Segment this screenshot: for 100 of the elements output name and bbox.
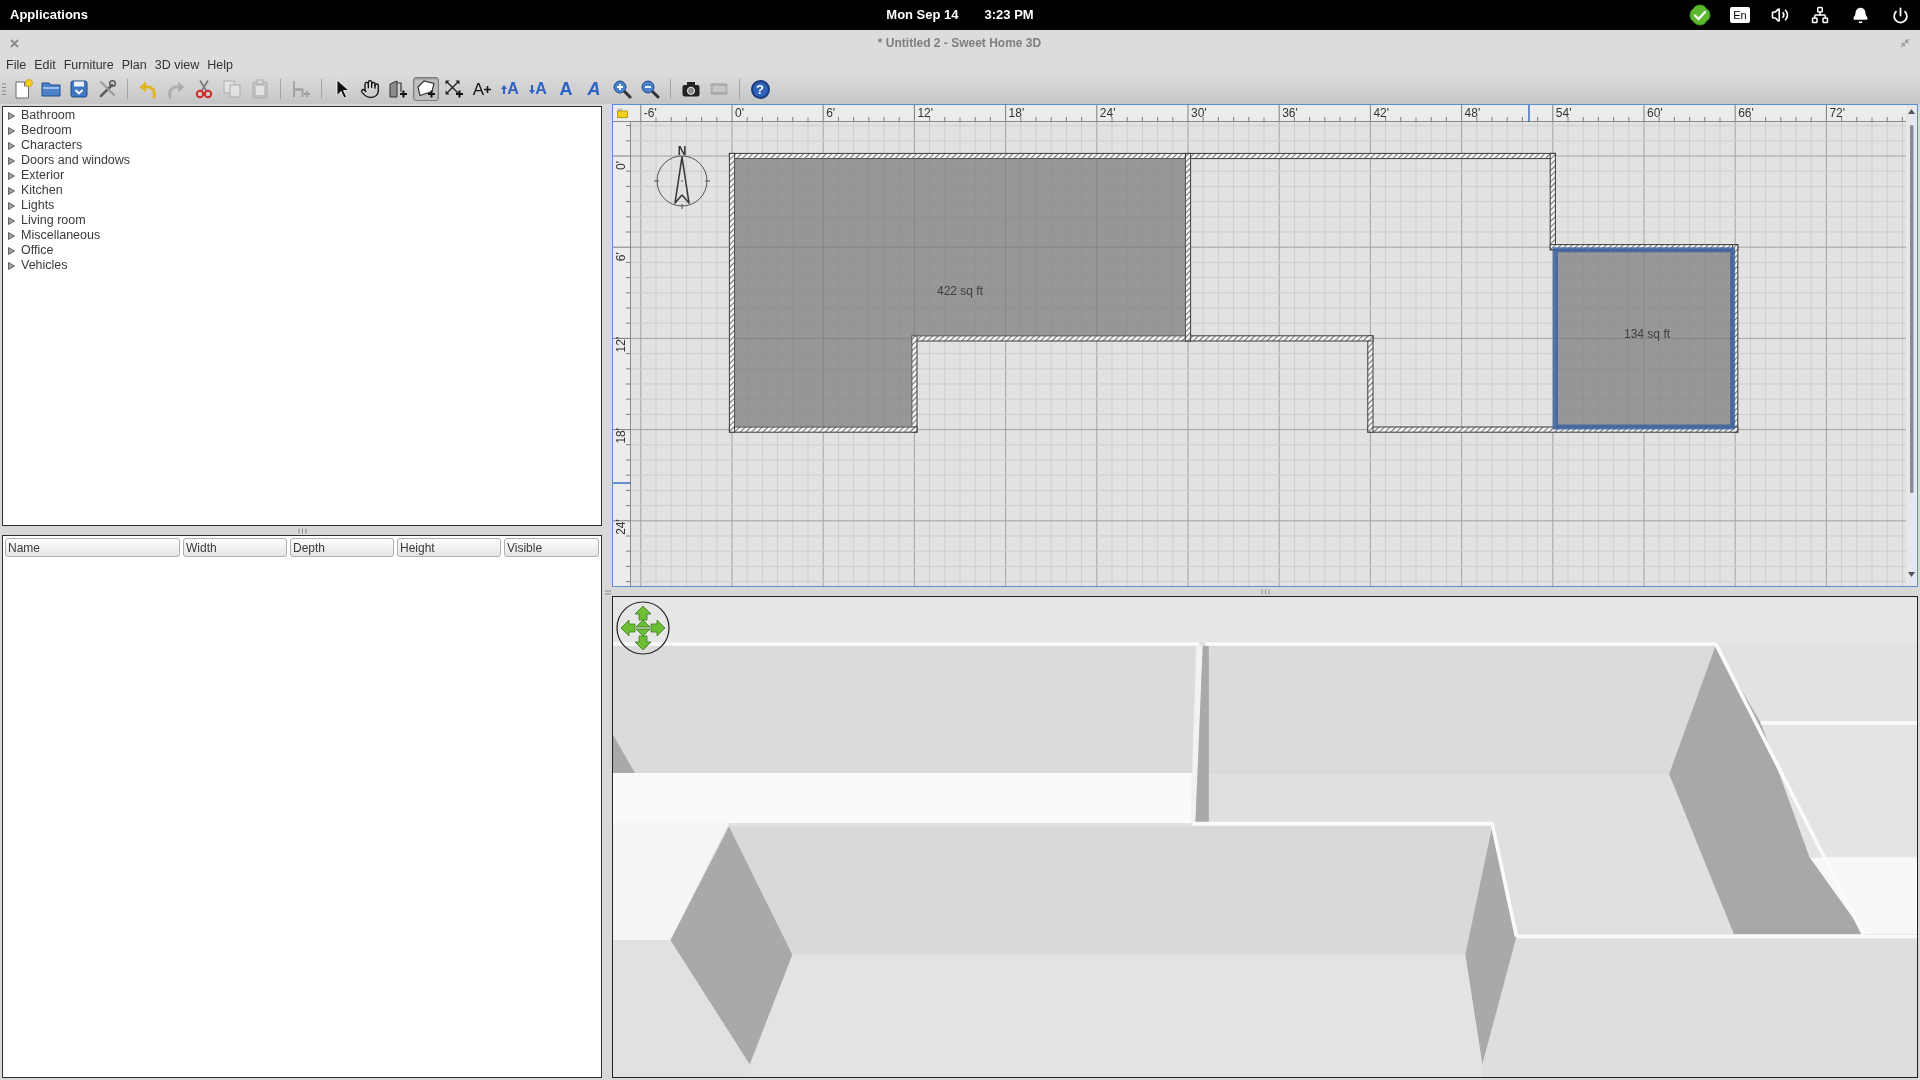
expand-arrow-icon[interactable] <box>8 201 15 210</box>
window-title: * Untitled 2 - Sweet Home 3D <box>876 35 1043 52</box>
date-label[interactable]: Mon Sep 14 <box>886 5 959 25</box>
menu-item[interactable]: File <box>3 58 30 72</box>
catalog-category[interactable]: Exterior <box>8 168 65 183</box>
menu-item[interactable]: 3D view <box>151 58 203 72</box>
copy-icon <box>222 79 242 99</box>
ruler-label: 12' <box>917 106 934 120</box>
bold-button[interactable]: A <box>553 77 579 101</box>
expand-arrow-icon[interactable] <box>8 111 15 120</box>
column-header[interactable]: Width <box>183 538 287 557</box>
new-document-icon <box>13 79 33 99</box>
expand-arrow-icon[interactable] <box>8 171 15 180</box>
column-header[interactable]: Depth <box>290 538 394 557</box>
menu-item[interactable]: Edit <box>31 58 59 72</box>
expand-arrow-icon[interactable] <box>8 231 15 240</box>
power-icon[interactable] <box>1891 6 1909 24</box>
applications-menu[interactable]: Applications <box>10 5 88 25</box>
expand-arrow-icon[interactable] <box>8 141 15 150</box>
tools-icon <box>97 79 117 99</box>
clipboard-icon <box>250 79 270 99</box>
folder-icon <box>41 79 61 99</box>
expand-arrow-icon[interactable] <box>8 126 15 135</box>
undo-icon <box>138 79 158 99</box>
mouse-position-marker <box>1528 105 1530 122</box>
speaker-icon[interactable] <box>1771 6 1789 24</box>
navigation-arrows-icon[interactable] <box>616 601 670 655</box>
ruler-label: 24' <box>614 519 628 535</box>
expand-arrow-icon[interactable] <box>8 216 15 225</box>
catalog-category[interactable]: Doors and windows <box>8 153 131 168</box>
expand-arrow-icon[interactable] <box>8 156 15 165</box>
compass-drawing <box>653 155 711 210</box>
menu-item[interactable]: Plan <box>118 58 150 72</box>
ruler-label: 60' <box>1647 106 1663 120</box>
catalog-category[interactable]: Kitchen <box>8 183 63 198</box>
column-header[interactable]: Height <box>397 538 501 557</box>
hand-icon <box>360 79 380 99</box>
ruler-label: 6' <box>826 106 836 120</box>
create-rooms-button[interactable] <box>413 77 439 101</box>
catalog-category[interactable]: Vehicles <box>8 258 68 273</box>
expand-arrow-icon[interactable] <box>8 246 15 255</box>
ruler-label: 36' <box>1282 106 1298 120</box>
time-label[interactable]: 3:23 PM <box>984 5 1034 25</box>
network-icon[interactable] <box>1811 6 1829 24</box>
save-icon <box>69 79 89 99</box>
splitter-handle[interactable] <box>1260 588 1270 595</box>
vertical-scrollbar[interactable] <box>1906 105 1917 586</box>
menu-item[interactable]: Help <box>204 58 236 72</box>
column-header[interactable]: Name <box>5 538 180 557</box>
up-arrow-icon <box>501 84 508 94</box>
ruler-label: 12' <box>614 336 628 353</box>
ruler-label: 72' <box>1829 106 1846 120</box>
mouse-position-marker <box>613 482 631 484</box>
arrows-plus-icon <box>444 79 464 99</box>
scissors-icon <box>194 79 214 99</box>
ruler-label: 6' <box>614 252 628 262</box>
redo-icon <box>166 79 186 99</box>
camera-icon <box>681 79 701 99</box>
down-arrow-icon <box>529 84 536 94</box>
room-area-label: 422 sq ft <box>937 284 983 299</box>
splitter-handle[interactable] <box>605 589 611 595</box>
room-plus-icon <box>416 79 436 99</box>
toolbar-grip-icon[interactable] <box>2 83 6 95</box>
ruler-label: 18' <box>614 427 628 444</box>
catalog-category[interactable]: Office <box>8 243 54 258</box>
increase-text-size-button[interactable]: A <box>497 77 523 101</box>
wall-plus-icon <box>388 79 408 99</box>
ruler-label: 18' <box>1008 106 1025 120</box>
ruler-label: -6' <box>643 106 657 120</box>
catalog-category[interactable]: Lights <box>8 198 55 213</box>
ruler-label: 54' <box>1555 106 1572 120</box>
ruler-label: 0' <box>735 106 744 120</box>
zoom-in-icon <box>612 79 632 99</box>
catalog-category[interactable]: Miscellaneous <box>8 228 101 243</box>
compass-north-label: N <box>677 144 687 158</box>
close-icon[interactable] <box>10 38 19 48</box>
decrease-text-size-button[interactable]: A <box>525 77 551 101</box>
add-text-button[interactable]: A <box>469 77 495 101</box>
help-button[interactable]: ? <box>750 79 770 99</box>
chair-plus-icon <box>291 79 311 99</box>
expand-arrow-icon[interactable] <box>8 186 15 195</box>
catalog-category[interactable]: Bedroom <box>8 123 72 138</box>
catalog-category[interactable]: Bathroom <box>8 108 76 123</box>
bell-icon[interactable] <box>1851 6 1869 24</box>
splitter-handle[interactable] <box>297 527 307 534</box>
ruler-label: 30' <box>1191 106 1207 120</box>
expand-arrow-icon[interactable] <box>8 261 15 270</box>
check-badge-icon[interactable] <box>1689 4 1711 26</box>
catalog-category[interactable]: Characters <box>8 138 83 153</box>
floor-plan-canvas[interactable]: 422 sq ft 134 sq ft N <box>631 122 1906 586</box>
catalog-category[interactable]: Living room <box>8 213 86 228</box>
plus-icon <box>484 85 492 93</box>
ruler-label: 66' <box>1738 106 1754 120</box>
keyboard-layout-indicator[interactable]: En <box>1730 7 1750 23</box>
italic-button[interactable]: A <box>581 77 607 101</box>
ruler-label: 48' <box>1464 106 1481 120</box>
menu-item[interactable]: Furniture <box>60 58 117 72</box>
ruler-label: 0' <box>614 161 628 170</box>
room-area-label: 134 sq ft <box>1624 326 1671 341</box>
column-header[interactable]: Visible <box>504 538 599 557</box>
